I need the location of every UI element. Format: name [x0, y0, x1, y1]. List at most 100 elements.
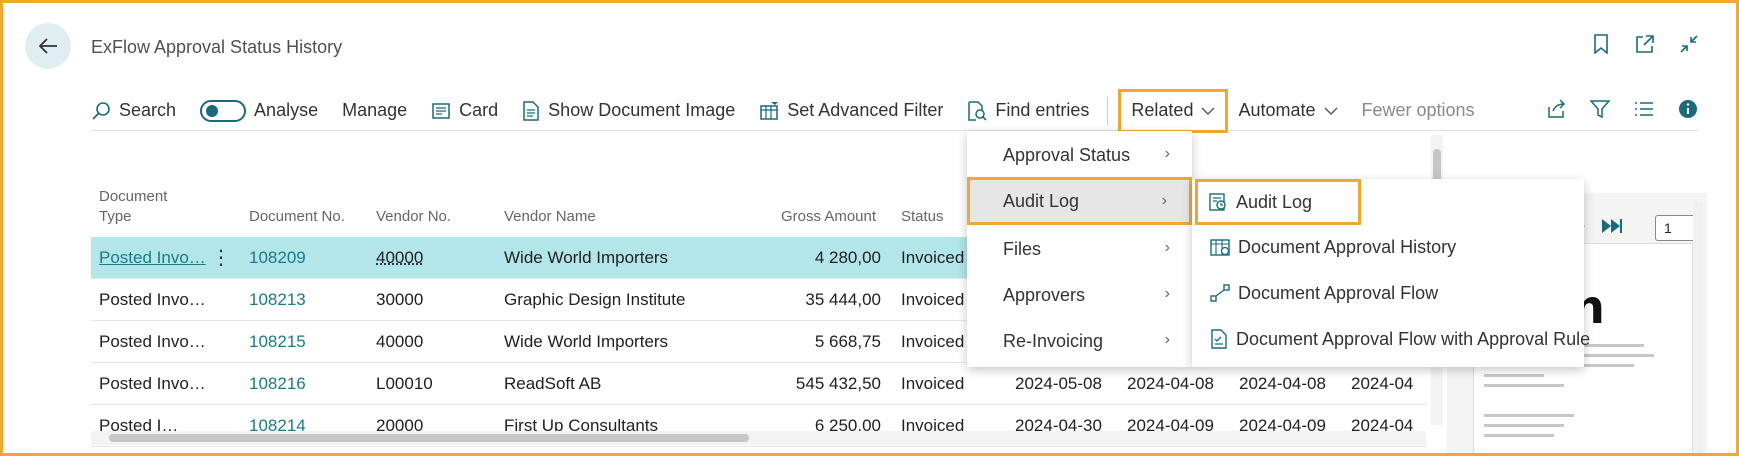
cell-gross-amount: 545 432,50 [795, 374, 881, 393]
cell-gross-amount: 5 668,75 [814, 332, 881, 351]
set-advanced-filter-action[interactable]: Set Advanced Filter [759, 91, 943, 131]
cell-vendor-name: Graphic Design Institute [504, 290, 686, 309]
chevron-right-icon: › [1164, 285, 1170, 302]
cell-document-type: Posted Invo… [99, 290, 206, 309]
column-header-document-type[interactable]: Document Type [99, 187, 167, 227]
manage-label: Manage [342, 100, 408, 120]
horizontal-scrollbar[interactable] [91, 431, 1426, 445]
find-entries-icon [968, 100, 987, 121]
preview-scrollbar[interactable] [1693, 201, 1703, 453]
analyse-toggle[interactable]: Analyse [200, 91, 318, 131]
related-menu-button[interactable]: Related [1118, 88, 1229, 133]
cell-vendor-name: ReadSoft AB [504, 374, 602, 393]
manage-action[interactable]: Manage [342, 91, 407, 131]
cell-vendor-no: 30000 [376, 290, 424, 309]
column-header-status[interactable]: Status [901, 207, 944, 227]
chevron-right-icon: › [1164, 331, 1170, 348]
search-label: Search [119, 100, 177, 120]
collapse-icon[interactable] [1678, 33, 1700, 55]
cell-gross-amount: 4 280,00 [814, 248, 881, 267]
audit-log-icon [1209, 193, 1226, 211]
menu-item-label: Approval Status [1003, 144, 1131, 165]
cell-date: 2024-04 [1351, 374, 1414, 393]
menu-item-label: Approvers [1003, 284, 1086, 305]
submenu-item-label: Document Approval Flow with Approval Rul… [1236, 328, 1591, 349]
toggle-switch[interactable] [200, 99, 247, 122]
search-action[interactable]: Search [91, 91, 176, 131]
related-dropdown-menu: Approval Status › Audit Log › Files › Ap… [967, 131, 1192, 367]
show-document-image-action[interactable]: Show Document Image [522, 91, 735, 131]
info-icon[interactable] [1678, 99, 1698, 124]
cell-date: 2024-04-08 [1239, 374, 1326, 393]
column-header-vendor-no[interactable]: Vendor No. [376, 207, 451, 227]
card-icon [432, 102, 450, 119]
cell-vendor-no: 40000 [376, 332, 424, 351]
search-icon [92, 101, 110, 120]
cell-status: Invoiced [901, 248, 965, 267]
column-header-document-no[interactable]: Document No. [249, 207, 345, 227]
submenu-item-label: Document Approval Flow [1238, 282, 1439, 303]
cell-date: 2024-04-08 [1127, 374, 1214, 393]
cell-document-type: Posted Invo… [99, 374, 206, 393]
column-header-vendor-name[interactable]: Vendor Name [504, 207, 596, 227]
list-view-icon[interactable] [1634, 99, 1654, 124]
doc-text-line [1484, 374, 1544, 377]
doc-text-line [1584, 344, 1644, 347]
menu-item-approvers[interactable]: Approvers › [967, 273, 1192, 317]
submenu-item-document-approval-history[interactable]: Document Approval History [1200, 227, 1456, 267]
scrollbar-thumb[interactable] [109, 434, 749, 442]
menu-item-approval-status[interactable]: Approval Status › [967, 133, 1192, 177]
cell-gross-amount: 35 444,00 [805, 290, 881, 309]
audit-log-submenu: Audit Log Document Approval History Docu… [1192, 179, 1590, 367]
fewer-options-button[interactable]: Fewer options [1362, 91, 1475, 131]
cell-vendor-name: Wide World Importers [504, 332, 669, 351]
cell-document-no[interactable]: 108209 [249, 248, 306, 268]
cell-status: Invoiced [901, 374, 965, 393]
bookmark-icon[interactable] [1590, 33, 1612, 55]
menu-item-label: Files [1003, 238, 1042, 259]
cell-document-no[interactable]: 108215 [249, 332, 306, 352]
chevron-down-icon [1324, 107, 1337, 115]
automate-menu-button[interactable]: Automate [1238, 91, 1337, 131]
cell-document-no[interactable]: 108216 [249, 374, 306, 394]
filter-icon[interactable] [1589, 99, 1611, 124]
header-text: Type [99, 208, 132, 225]
submenu-item-audit-log[interactable]: Audit Log [1195, 179, 1361, 225]
menu-item-re-invoicing[interactable]: Re-Invoicing › [967, 319, 1192, 363]
cell-vendor-no[interactable]: 40000 [376, 248, 423, 268]
cell-document-type[interactable]: Posted Invo… [99, 248, 206, 268]
approval-flow-icon [1210, 284, 1230, 302]
doc-text-line [1484, 384, 1564, 387]
header-text: Document [99, 188, 168, 205]
menu-item-audit-log[interactable]: Audit Log › [967, 177, 1192, 225]
submenu-item-label: Document Approval History [1238, 236, 1457, 257]
find-entries-label: Find entries [995, 100, 1090, 120]
list-tools [1546, 91, 1698, 131]
doc-text-line [1484, 414, 1574, 417]
share-icon[interactable] [1546, 98, 1566, 124]
set-advanced-filter-label: Set Advanced Filter [787, 100, 944, 120]
analyse-label: Analyse [254, 100, 319, 120]
chevron-right-icon: › [1161, 192, 1167, 209]
page-title: ExFlow Approval Status History [91, 37, 343, 57]
find-entries-action[interactable]: Find entries [967, 91, 1089, 131]
cell-status: Invoiced [901, 290, 965, 309]
card-label: Card [459, 100, 499, 120]
related-label: Related [1131, 100, 1194, 120]
submenu-item-document-approval-flow[interactable]: Document Approval Flow [1200, 273, 1438, 313]
card-action[interactable]: Card [431, 91, 498, 131]
column-header-gross-amount[interactable]: Gross Amount [781, 207, 876, 227]
menu-item-label: Re-Invoicing [1003, 330, 1104, 351]
last-page-icon[interactable] [1601, 217, 1623, 240]
filter-grid-icon [760, 101, 779, 120]
submenu-item-document-approval-flow-with-approval-rule[interactable]: Document Approval Flow with Approval Rul… [1200, 319, 1590, 359]
doc-text-line [1584, 354, 1654, 357]
row-menu-icon[interactable]: ⋮ [211, 245, 231, 270]
back-button[interactable] [25, 23, 71, 69]
cell-document-no[interactable]: 108213 [249, 290, 306, 310]
table-row[interactable]: Posted Invo… 108216 L00010 ReadSoft AB 5… [91, 363, 1426, 405]
action-bar: Search Analyse Manage Card Show Document… [91, 88, 1698, 133]
doc-text-line [1484, 424, 1564, 427]
open-new-window-icon[interactable] [1634, 33, 1656, 55]
menu-item-files[interactable]: Files › [967, 227, 1192, 271]
